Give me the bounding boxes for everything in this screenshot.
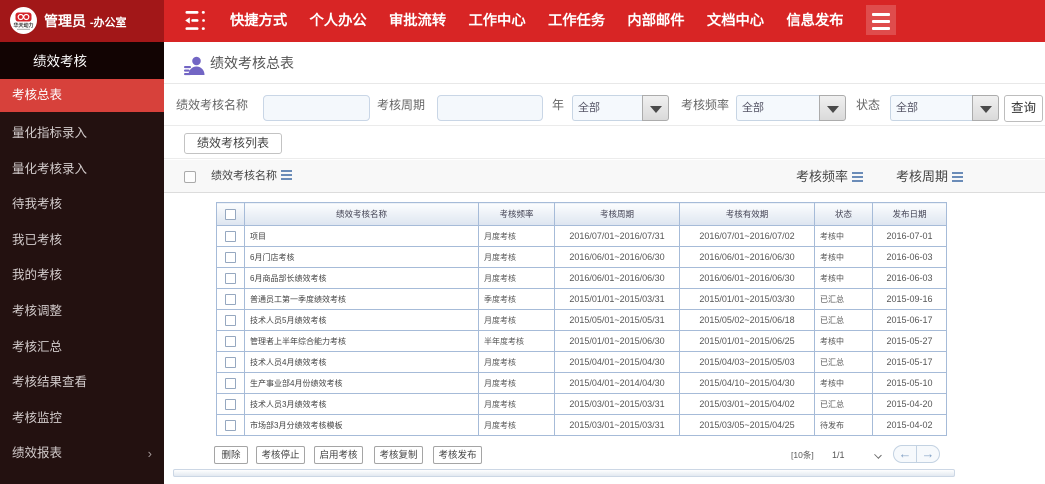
svg-text:华天动力: 华天动力: [13, 22, 33, 29]
